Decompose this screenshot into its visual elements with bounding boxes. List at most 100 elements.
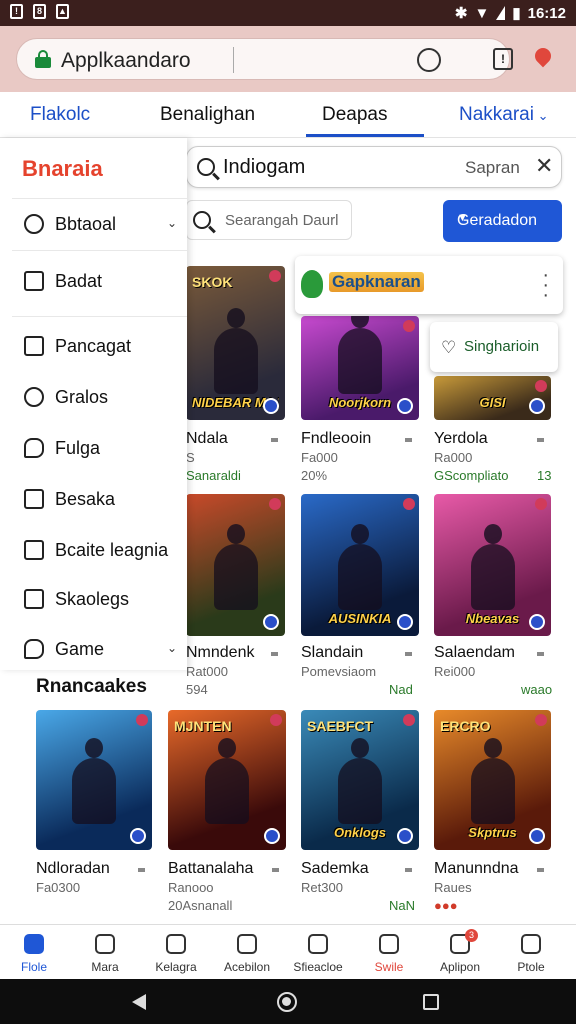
search-bar[interactable]: Indiogam Sapran ✕ [186,146,562,188]
close-icon[interactable]: ✕ [535,153,553,179]
drawer-item-label: Fulga [55,438,101,458]
drawer-item-bcaite-leagnia[interactable]: Bcaite leagnia [12,528,187,572]
game-title[interactable]: Slandain [301,644,363,662]
game-card-art[interactable]: Noorjkorn [301,316,419,420]
game-subtitle: Ra000 [434,450,473,465]
game-title[interactable]: Ndloradan [36,860,110,878]
search-action[interactable]: Sapran [465,158,520,178]
more-icon[interactable] [537,868,544,872]
verified-badge-icon [529,614,545,630]
game-character [205,738,249,824]
tab-flakolc[interactable]: Flakolc [30,104,90,126]
drawer-item-fulga[interactable]: Fulga [12,426,187,470]
secondary-search-input[interactable]: Searangah Daurl [186,200,352,240]
drawer-divider [12,316,187,317]
nav-item-aplipon[interactable]: 3 Aplipon [428,925,492,980]
game-subtitle: Fa000 [301,450,338,465]
game-card-art[interactable]: ERCRO Skptrus [434,710,551,850]
more-options-icon[interactable]: · · · [542,265,549,305]
more-icon[interactable] [405,868,412,872]
translate-icon[interactable] [417,48,441,72]
nav-item-ptole[interactable]: Ptole [499,925,563,980]
game-card-art[interactable] [36,710,152,850]
back-icon[interactable] [132,994,146,1010]
game-subtitle: Ret300 [301,880,343,895]
game-meta: Sanaraldi [186,468,241,483]
nav-item-flole[interactable]: Flole [2,925,66,980]
nav-item-label: Mara [91,960,119,974]
status-bar: ! 8 ▲ ✱ ▼ ▮ 16:12 [0,0,576,26]
drawer-item-besaka[interactable]: Besaka [12,477,187,521]
nav-item-kelagra[interactable]: Kelagra [144,925,208,980]
game-title[interactable]: Salaendam [434,644,515,662]
system-navigation-bar [0,979,576,1024]
drawer-item-bbtaoal[interactable]: Bbtaoal ⌄ [12,202,187,246]
corner-badge-icon [403,320,415,332]
people-icon [237,934,257,954]
nav-item-mara[interactable]: Mara [73,925,137,980]
address-bar[interactable]: Applkaandaro ! [16,38,513,80]
more-icon[interactable] [271,438,278,442]
game-title[interactable]: Sademka [301,860,369,878]
recents-icon[interactable] [423,994,439,1010]
game-card-art[interactable]: GISI [434,376,551,420]
url-text: Applkaandaro [61,49,191,72]
game-logo-top: MJNTEN [174,718,232,734]
game-logo-top: SAEBFCT [307,718,374,734]
drawer-item-skaolegs[interactable]: Skaolegs [12,577,187,621]
wifi-icon: ▼ [474,4,490,22]
nav-item-label: Acebilon [223,960,271,974]
game-card-art[interactable]: SAEBFCT Onklogs [301,710,419,850]
tab-benalighan[interactable]: Benalighan [160,104,255,126]
more-icon[interactable] [537,652,544,656]
drawer-item-badat[interactable]: Badat [12,259,187,303]
generate-button[interactable]: Geradadon ▼ [443,200,562,242]
tree-icon [95,934,115,954]
nav-item-acebilon[interactable]: Acebilon [215,925,279,980]
drawer-item-label: Skaolegs [55,589,130,609]
drawer-item-game[interactable]: Game ⌄ [12,627,187,671]
game-card-art[interactable]: MJNTEN [168,710,286,850]
game-character [470,738,515,824]
nav-item-swile[interactable]: Swile [357,925,421,980]
game-title[interactable]: Yerdola [434,430,488,448]
compass-icon [166,934,186,954]
drawer-item-label: Besaka [55,489,116,509]
tab-nakkarai[interactable]: Nakkarai ⌄ [459,104,549,126]
notification-badge: 3 [465,929,478,942]
app-suggestion-card[interactable]: Gapknaran · · · [295,256,563,314]
game-meta: 20% [301,468,328,483]
game-title[interactable]: Manunndna [434,860,519,878]
nav-item-sfieacloe[interactable]: Sfieacloe [286,925,350,980]
game-title[interactable]: Fndleooin [301,430,371,448]
navigation-drawer: Bnaraia Bbtaoal ⌄ Badat Pancagat Gralos … [0,138,187,670]
browser-menu-icon[interactable] [531,44,555,70]
wishlist-label: Singharioin [464,338,540,355]
chat-bubble-icon [24,639,44,659]
category-tabs: Flakolc Benalighan Deapas Nakkarai ⌄ [0,92,576,138]
more-icon[interactable] [272,868,279,872]
game-title[interactable]: Nmndenk [186,644,254,662]
more-icon[interactable] [537,438,544,442]
drawer-item-pancagat[interactable]: Pancagat [12,324,187,368]
more-icon[interactable] [405,652,412,656]
tab-deapas[interactable]: Deapas [322,104,388,126]
chevron-down-icon: ⌄ [166,216,177,230]
game-card-art[interactable]: SKOKNIDEBAR MAJAINS [186,266,285,420]
game-title[interactable]: Battanalaha [168,860,253,878]
more-icon[interactable] [405,438,412,442]
drawer-item-gralos[interactable]: Gralos [12,375,187,419]
game-title[interactable]: Ndala [186,430,228,448]
game-card-art[interactable]: Nbeavas [434,494,551,636]
more-icon[interactable] [138,868,145,872]
signal-icon [496,6,506,20]
game-card-art[interactable]: AUSINKIA [301,494,419,636]
more-icon[interactable] [271,652,278,656]
corner-badge-icon [269,498,281,510]
tabs-icon[interactable]: ! [493,48,513,70]
game-card-art[interactable] [186,494,285,636]
stack-icon [24,589,44,609]
home-button-icon[interactable] [277,992,297,1012]
wishlist-card[interactable]: ♡ Singharioin [430,322,558,372]
section-title: Rnancaakes [36,676,147,697]
